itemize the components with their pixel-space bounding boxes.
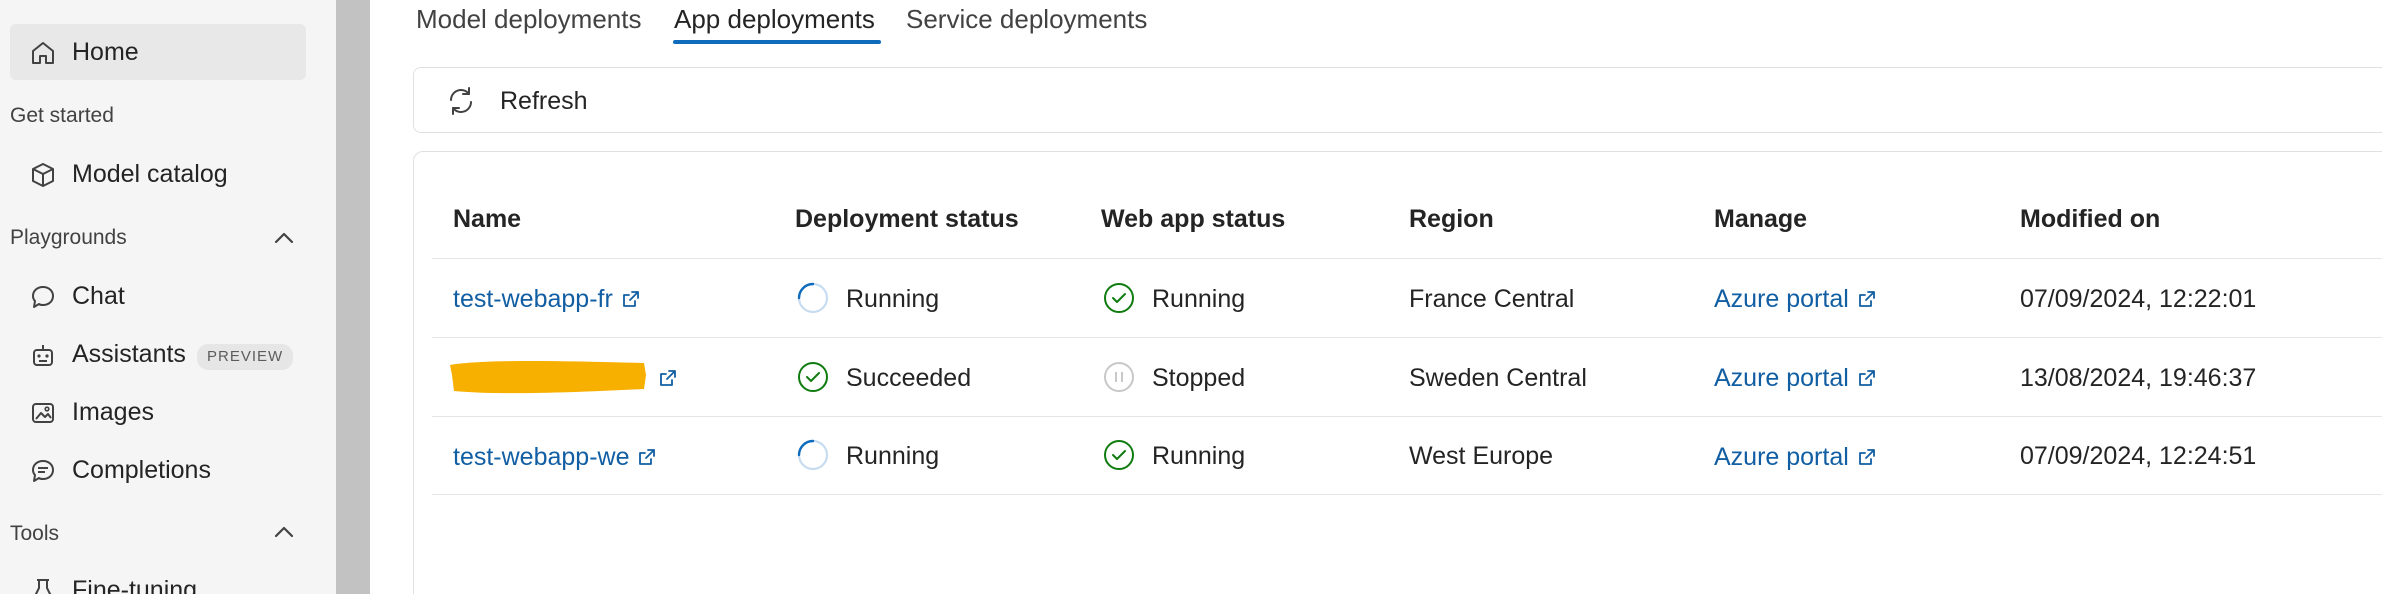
webapp-status: Stopped [1152,364,1246,392]
section-tools: Tools [10,522,60,545]
region: Sweden Central [1409,364,1587,392]
refresh-icon [450,87,472,115]
sidebar-item-home[interactable]: Home [10,24,306,80]
sidebar-splitter[interactable] [336,0,370,594]
webapp-status: Running [1152,442,1246,470]
toolbar: Refresh [413,67,2382,133]
flask-icon [34,579,52,594]
tab-model-deployments[interactable]: Model deployments [416,4,641,35]
external-link-icon [1858,291,1875,307]
preview-badge: PREVIEW [197,344,294,370]
deployment-status: Running [846,285,940,313]
tab-service-deployments[interactable]: Service deployments [906,4,1147,35]
active-tab-indicator [673,40,881,44]
column-header-manage[interactable]: Manage [1714,205,1807,234]
column-header-deployment-status[interactable]: Deployment status [795,205,1019,234]
modified-on: 13/08/2024, 19:46:37 [2020,364,2257,392]
spinner-icon [797,282,829,314]
sidebar-item-label: Completions [72,456,211,484]
external-link-icon [1858,449,1875,465]
redaction-mark [450,361,646,394]
modified-on: 07/09/2024, 12:22:01 [2020,285,2257,313]
external-link-icon [622,291,639,307]
deployment-status: Succeeded [846,364,972,392]
sidebar-item-images[interactable]: Images [10,384,306,440]
sidebar-item-label: Chat [72,282,125,310]
external-link-icon [1858,370,1875,386]
deployment-name-link[interactable]: test-webapp-we [453,443,657,472]
sidebar-item-label: Images [72,398,154,426]
sidebar-item-label: Home [72,38,139,66]
spinner-icon [797,439,829,471]
deployment-name-link[interactable]: test-webapp-fr [453,285,641,314]
sidebar-item-completions[interactable]: Completions [10,442,306,498]
row-divider [432,416,2382,417]
external-link-icon[interactable] [658,368,678,388]
webapp-status: Running [1152,285,1246,313]
check-circle-icon [798,362,828,392]
region: France Central [1409,285,1575,313]
chevron-up-icon[interactable] [270,518,298,546]
sidebar-item-assistants[interactable]: Assistants PREVIEW [10,326,306,382]
refresh-label: Refresh [500,87,588,115]
column-header-webapp-status[interactable]: Web app status [1101,205,1285,234]
external-link-icon [639,449,656,465]
azure-portal-link[interactable]: Azure portal [1714,364,1877,393]
row-divider [432,337,2382,338]
sidebar-item-model-catalog[interactable]: Model catalog [10,146,306,202]
completions-icon [32,460,54,482]
cube-icon [32,163,54,187]
sidebar-item-chat[interactable]: Chat [10,268,306,324]
home-icon [32,42,54,64]
sidebar-item-fine-tuning[interactable]: Fine-tuning [10,562,306,594]
row-divider [432,494,2382,495]
region: West Europe [1409,442,1554,470]
deployment-status: Running [846,442,940,470]
column-header-modified-on[interactable]: Modified on [2020,205,2160,234]
chevron-up-icon[interactable] [270,224,298,252]
header-divider [432,258,2382,259]
column-header-name[interactable]: Name [453,205,521,234]
sidebar-item-label: Model catalog [72,160,228,188]
section-get-started: Get started [10,104,114,127]
section-playgrounds: Playgrounds [10,226,127,249]
check-circle-icon [1104,283,1134,313]
bot-icon [33,345,53,366]
azure-portal-link[interactable]: Azure portal [1714,443,1877,472]
column-header-region[interactable]: Region [1409,205,1494,234]
azure-portal-link[interactable]: Azure portal [1714,285,1877,314]
modified-on: 07/09/2024, 12:24:51 [2020,442,2257,470]
images-icon [32,403,54,423]
sidebar: Home Get started Model catalog Playgroun… [0,0,336,594]
refresh-button[interactable]: Refresh [444,82,588,120]
tab-app-deployments[interactable]: App deployments [674,4,875,35]
check-circle-icon [1104,440,1134,470]
chat-icon [32,286,54,308]
pause-circle-icon [1104,362,1134,392]
sidebar-item-label: Fine-tuning [72,576,198,594]
sidebar-item-label: Assistants [72,340,186,368]
